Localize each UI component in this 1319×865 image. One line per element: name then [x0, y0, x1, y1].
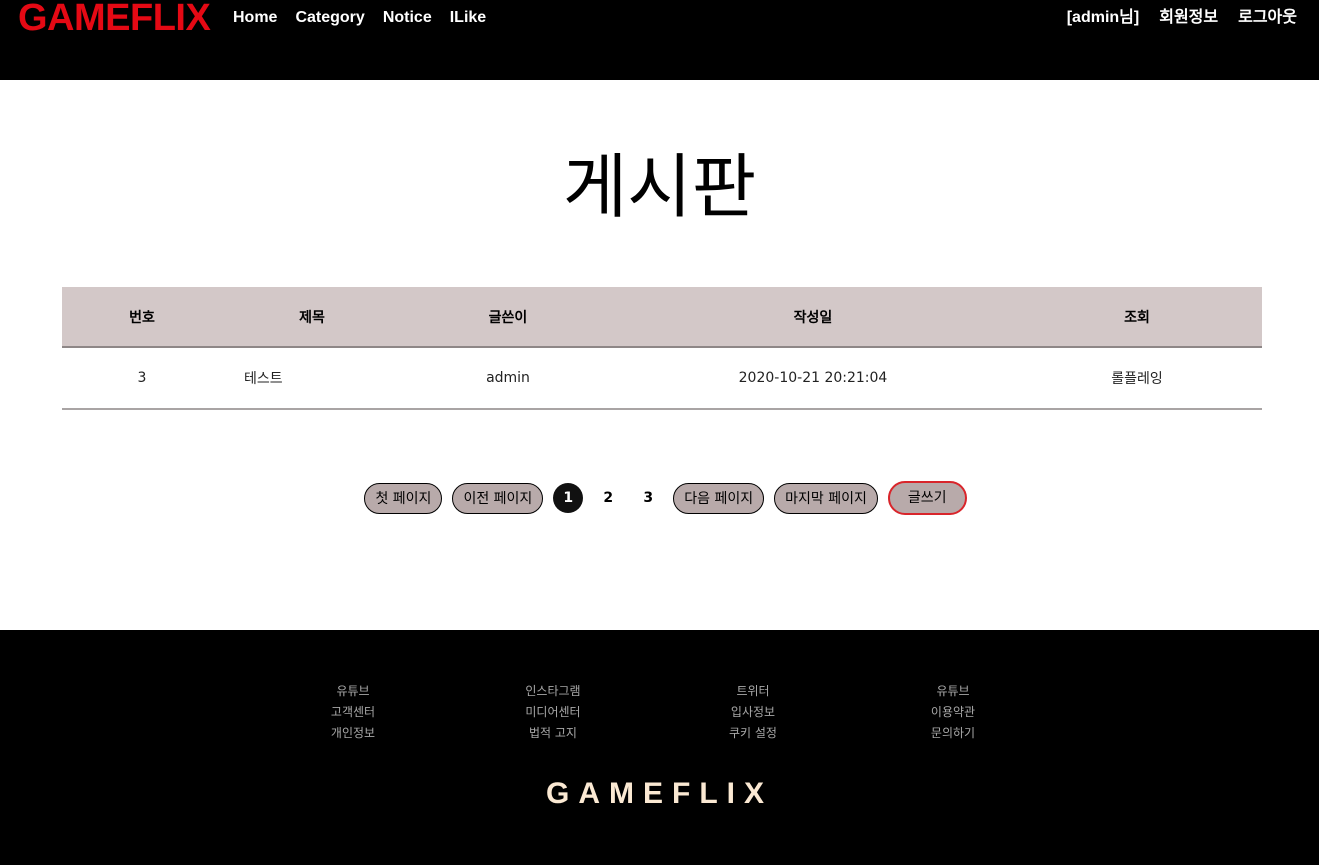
cell-date: 2020-10-21 20:21:04 — [614, 347, 1012, 410]
footer-link-legal[interactable]: 법적 고지 — [529, 725, 577, 742]
nav-category[interactable]: Category — [295, 8, 364, 28]
col-number: 번호 — [62, 287, 222, 348]
footer-link-twitter[interactable]: 트위터 — [736, 683, 769, 700]
main-nav: Home Category Notice ILike — [233, 8, 486, 28]
next-page-button[interactable]: 다음 페이지 — [673, 482, 765, 514]
pagination: 첫 페이지 이전 페이지 1 2 3 다음 페이지 마지막 페이지 글쓰기 — [0, 481, 1319, 515]
col-date: 작성일 — [614, 287, 1012, 348]
post-title[interactable]: 테스트 — [244, 371, 283, 387]
nav-home[interactable]: Home — [233, 8, 277, 28]
footer-link-careers[interactable]: 입사정보 — [731, 704, 775, 721]
user-greeting: [admin님] — [1066, 9, 1140, 26]
cell-number: 3 — [62, 347, 222, 410]
footer-link-youtube[interactable]: 유튜브 — [336, 683, 369, 700]
board-table: 번호 제목 글쓴이 작성일 조회 3 테스트 admin 2020-10-21 … — [62, 287, 1262, 410]
cell-writer: admin — [402, 347, 614, 410]
nav-notice[interactable]: Notice — [383, 8, 432, 28]
page-1-button[interactable]: 1 — [553, 483, 584, 513]
footer-brand: GAMEFLIX — [546, 777, 773, 810]
logout-link[interactable]: 로그아웃 — [1238, 8, 1297, 28]
top-header: GAMEFLIX Home Category Notice ILike [adm… — [0, 0, 1319, 80]
footer-col-1: 유튜브 고객센터 개인정보 — [253, 683, 453, 742]
col-title: 제목 — [222, 287, 402, 348]
cell-views: 롤플레잉 — [1012, 347, 1262, 410]
footer-col-3: 트위터 입사정보 쿠키 설정 — [653, 683, 853, 742]
page-2-button[interactable]: 2 — [593, 483, 623, 513]
table-header-row: 번호 제목 글쓴이 작성일 조회 — [62, 287, 1262, 348]
footer-link-cookies[interactable]: 쿠키 설정 — [729, 725, 777, 742]
footer-links: 유튜브 고객센터 개인정보 인스타그램 미디어센터 법적 고지 트위터 입사정보… — [253, 683, 1063, 742]
col-views: 조회 — [1012, 287, 1262, 348]
footer-link-contact[interactable]: 문의하기 — [931, 725, 975, 742]
footer-col-4: 유튜브 이용약관 문의하기 — [853, 683, 1053, 742]
footer-link-support[interactable]: 고객센터 — [331, 704, 375, 721]
footer-col-2: 인스타그램 미디어센터 법적 고지 — [453, 683, 653, 742]
last-page-button[interactable]: 마지막 페이지 — [774, 482, 878, 514]
page-3-button[interactable]: 3 — [633, 483, 663, 513]
cell-title-link[interactable]: 테스트 — [222, 347, 402, 410]
write-button[interactable]: 글쓰기 — [887, 481, 967, 515]
first-page-button[interactable]: 첫 페이지 — [364, 482, 443, 514]
footer-link-youtube-2[interactable]: 유튜브 — [936, 683, 969, 700]
member-info-link[interactable]: 회원정보 — [1159, 8, 1218, 28]
page-title: 게시판 — [562, 146, 757, 228]
footer: 유튜브 고객센터 개인정보 인스타그램 미디어센터 법적 고지 트위터 입사정보… — [0, 630, 1319, 865]
prev-page-button[interactable]: 이전 페이지 — [452, 482, 544, 514]
col-writer: 글쓴이 — [402, 287, 614, 348]
footer-link-instagram[interactable]: 인스타그램 — [525, 683, 580, 700]
user-nav: [admin님] 회원정보 로그아웃 — [1067, 8, 1297, 28]
nav-ilike[interactable]: ILike — [450, 8, 486, 28]
footer-link-terms[interactable]: 이용약관 — [931, 704, 975, 721]
footer-link-media[interactable]: 미디어센터 — [525, 704, 580, 721]
logo[interactable]: GAMEFLIX — [18, 0, 211, 40]
table-row[interactable]: 3 테스트 admin 2020-10-21 20:21:04 롤플레잉 — [62, 347, 1262, 410]
footer-link-privacy[interactable]: 개인정보 — [331, 725, 375, 742]
